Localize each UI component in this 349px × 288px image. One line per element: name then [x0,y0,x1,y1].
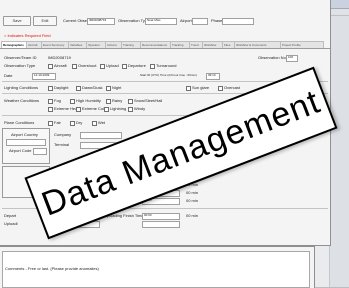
comments-textarea[interactable]: Comments - Free or last. (Please provide… [2,251,310,288]
time-unit-3: 00 min [186,198,199,203]
company-label: Company [54,132,72,137]
turnaround-option-label: Turnaround [156,63,177,68]
lower-row-label-2: Uploadi [4,221,18,226]
comments-window: Comments - Free or last. (Please provide… [0,246,315,288]
aircraft-option-label: Aircraft [54,63,67,68]
lower-row-label: Depart [4,213,17,218]
overshoot-option-label: Overshoot [78,63,97,68]
upload-option-label: Upload [106,63,119,68]
airport-label: Airport [180,18,192,23]
wet-label: Wet [98,120,106,125]
overshoot-checkbox[interactable] [72,64,77,69]
tab-tracking[interactable]: Tracking [170,41,191,48]
edit-button[interactable]: Edit [33,16,57,26]
extreme-cold-checkbox[interactable] [76,107,81,112]
observer-team-label: Observer/Team ID [4,55,37,60]
airport-code-select[interactable] [33,148,47,155]
windy-label: Windy [134,106,146,111]
rainy-label: Rainy [112,98,123,103]
save-button[interactable]: Save [3,16,31,26]
tab-workflow[interactable]: Workflow [202,41,224,48]
tab-operator[interactable]: Operator [86,41,107,48]
aircraft-checkbox[interactable] [48,64,53,69]
terminal-label: Terminal [54,142,70,147]
daylight-label: Daylight [54,85,69,90]
background-window-side-panel [329,16,349,287]
fog-checkbox[interactable] [48,99,53,104]
overcast-label: Overcast [224,85,241,90]
tab-strip: Demographics Aircraft Event Summary Vari… [0,41,330,49]
extreme-cold-label: Extreme Cold [82,106,107,111]
upload-checkbox[interactable] [100,64,105,69]
observation-type-select[interactable]: Near Miss [145,18,177,25]
start-time-field[interactable]: 09:10 [206,73,220,80]
turnaround-checkbox[interactable] [150,64,155,69]
tab-event-summary[interactable]: Event Summary [41,41,70,48]
time-value-4: 00:00 [144,213,152,217]
time-unit-2: 00 min [186,190,199,195]
daylight-checkbox[interactable] [48,86,53,91]
dawn-dusk-label: Dawn/Dusk [82,85,103,90]
night-checkbox[interactable] [106,86,111,91]
current-observation-value: IMD2008719 [89,18,107,22]
extreme-heat-checkbox[interactable] [48,107,53,112]
sun-glare-checkbox[interactable] [186,86,191,91]
tab-workflow-comments[interactable]: Workflow & Comments [234,41,282,48]
tab-training[interactable]: Training [121,41,142,48]
weather-conditions-label: Weather Conditions [4,98,40,103]
lightning-checkbox[interactable] [104,107,109,112]
observation-no-field[interactable]: 100 [286,55,298,62]
time-field-5[interactable] [142,221,180,228]
tab-demographics[interactable]: Demographics [1,41,28,48]
snow-label: Snow/Sleet/Hail [134,98,163,103]
night-label: Night [112,85,122,90]
airport-field[interactable] [192,18,208,25]
company-select[interactable] [80,132,122,139]
dry-checkbox[interactable] [70,121,75,126]
observation-type-value: Near Miss [147,18,161,22]
high-humidity-checkbox[interactable] [70,99,75,104]
date-field[interactable]: 12-19-2009 [32,73,56,80]
required-field-note: = Indicates Required Field [4,33,51,38]
observation-no-label: Observation No [258,55,286,60]
fog-label: Fog [54,98,61,103]
date-label: Date [4,73,13,78]
time-unit-4: 00 min [186,213,199,218]
current-observation-field[interactable]: IMD2008719 [87,18,115,25]
tab-project-profile[interactable]: Project Profile [280,41,324,48]
tab-variables[interactable]: Variables [68,41,88,48]
airport-code-label: Airport Code [9,148,32,153]
departure-option-label: Departure [128,63,146,68]
observation-no-value: 100 [288,55,294,59]
start-time-label: Start ID (UTC) Time (24 hour time : 00mm… [140,73,197,77]
snow-checkbox[interactable] [128,99,133,104]
airport-country-label: Airport Country [11,132,38,137]
phase-label: Phase [211,18,223,23]
rainy-checkbox[interactable] [106,99,111,104]
date-value: 12-19-2009 [34,73,50,77]
windy-checkbox[interactable] [128,107,133,112]
departure-checkbox[interactable] [122,64,127,69]
high-humidity-label: High Humidity [76,98,101,103]
start-time-value: 09:10 [208,73,216,77]
dry-label: Dry [76,120,83,125]
extreme-heat-label: Extreme Heat [54,106,79,111]
fair-label: Fair [54,120,61,125]
airport-panel: Airport Country Airport Code [2,128,50,164]
tab-recommendations[interactable]: Recommendations [140,41,172,48]
airport-country-select[interactable] [6,139,46,146]
comments-label: Comments - Free or last. (Please provide… [5,266,99,271]
overcast-checkbox[interactable] [218,86,223,91]
phase-field[interactable] [222,18,254,25]
observer-team-value: IMD2008719 [48,55,71,60]
wet-checkbox[interactable] [92,121,97,126]
lighting-conditions-label: Lighting Conditions [4,85,39,90]
observation-type-row-label: Observation Type [4,63,36,68]
fair-checkbox[interactable] [48,121,53,126]
plane-conditions-label: Plane Conditions [4,120,35,125]
lightning-label: Lightning [110,106,127,111]
sun-glare-label: Sun glare [192,85,210,90]
time-field-4[interactable]: 00:00 [142,213,180,220]
dawn-dusk-checkbox[interactable] [76,86,81,91]
